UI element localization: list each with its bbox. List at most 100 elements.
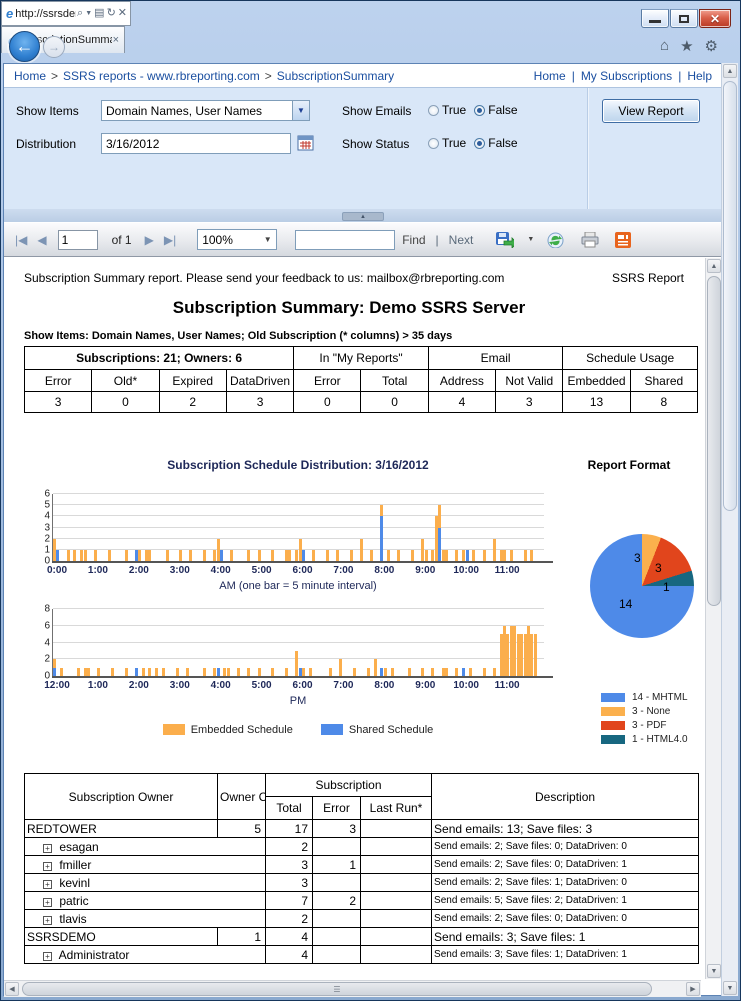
- embedded-schedule-bar: [288, 549, 292, 561]
- expand-toggle-icon[interactable]: +: [43, 879, 52, 889]
- address-bar[interactable]: e http://ssrsdemo ⌕ ▼ ▤ ↻ ✕: [1, 1, 131, 26]
- forward-arrow-icon: →: [48, 40, 60, 54]
- expand-toggle-icon[interactable]: +: [43, 951, 52, 961]
- next-link[interactable]: Next: [449, 233, 474, 247]
- report-toolbar: |◀ ◀ 1 of 1 ▶ ▶| 100% ▼ Find | Next ▼: [4, 222, 722, 257]
- description-cell: Send emails: 2; Save files: 0; DataDrive…: [431, 837, 700, 856]
- page-scroll-down-icon[interactable]: ▼: [723, 981, 737, 995]
- last-run-cell: [359, 873, 433, 892]
- expand-toggle-icon[interactable]: +: [43, 843, 52, 853]
- next-page-icon[interactable]: ▶: [142, 234, 157, 246]
- show-emails-true-radio[interactable]: [428, 105, 439, 116]
- top-link[interactable]: Home: [534, 69, 566, 83]
- report-vertical-scrollbar[interactable]: ▲ ▼: [705, 258, 722, 979]
- x-tick-label: 11:00: [494, 565, 520, 576]
- search-icon[interactable]: ⌕: [77, 8, 83, 19]
- collapse-handle[interactable]: ▲: [342, 212, 384, 221]
- x-tick-label: 9:00: [415, 565, 436, 576]
- y-tick-label: 3: [44, 522, 50, 533]
- owner-name: esagan: [56, 839, 99, 854]
- gridline: [53, 493, 544, 494]
- favorites-star-icon[interactable]: ★: [680, 37, 693, 55]
- owner-cell: + esagan: [24, 837, 266, 856]
- scroll-right-icon[interactable]: ▶: [686, 982, 700, 996]
- calendar-icon[interactable]: [297, 134, 314, 151]
- data-feed-icon[interactable]: [615, 231, 633, 248]
- url-text[interactable]: http://ssrsdemo: [15, 8, 76, 20]
- breadcrumb: Home > SSRS reports - www.rbreporting.com >…: [14, 69, 534, 83]
- y-tick-label: 1: [44, 544, 50, 556]
- x-tick-label: 12:00: [44, 680, 70, 691]
- table-row: SSRSDEMO 1 4 Send emails: 3; Save files: 1: [24, 927, 700, 946]
- report-horizontal-scrollbar[interactable]: ◀ ☰ ▶: [4, 980, 701, 997]
- stop-icon[interactable]: ✕: [118, 8, 127, 19]
- embedded-schedule-bar: [124, 667, 128, 676]
- legend-item: Embedded Schedule: [162, 724, 293, 736]
- scroll-down-icon[interactable]: ▼: [707, 964, 721, 978]
- prev-page-icon[interactable]: ◀: [34, 234, 49, 246]
- breadcrumb-link[interactable]: SSRS reports - www.rbreporting.com: [63, 69, 260, 83]
- top-link[interactable]: Help: [687, 69, 712, 83]
- zoom-select[interactable]: 100% ▼: [197, 229, 278, 250]
- pie-legend-swatch: [601, 706, 625, 716]
- settings-gear-icon[interactable]: ⚙: [705, 37, 718, 55]
- embedded-schedule-bar: [366, 667, 370, 676]
- owner-name: patric: [56, 893, 89, 908]
- scroll-left-icon[interactable]: ◀: [5, 982, 19, 996]
- tab-close-icon[interactable]: ×: [113, 34, 119, 46]
- expand-toggle-icon[interactable]: +: [43, 861, 52, 871]
- close-button[interactable]: ✕: [699, 9, 731, 28]
- embedded-schedule-bar: [73, 549, 77, 561]
- dropdown-arrow-icon[interactable]: ▼: [292, 101, 309, 120]
- show-status-true-radio[interactable]: [428, 138, 439, 149]
- show-items-dropdown[interactable]: Domain Names, User Names ▼: [101, 100, 310, 121]
- back-button[interactable]: ←: [9, 31, 40, 62]
- maximize-button[interactable]: [670, 9, 698, 28]
- find-link[interactable]: Find: [402, 233, 425, 247]
- y-tick-label: 8: [44, 603, 50, 615]
- owner-count-cell: 5: [217, 819, 266, 838]
- export-save-icon[interactable]: [496, 231, 515, 248]
- page-vertical-scrollbar[interactable]: ▲ ▼: [721, 63, 738, 996]
- page-vscroll-thumb[interactable]: [723, 81, 737, 511]
- expand-toggle-icon[interactable]: +: [43, 897, 52, 907]
- show-emails-false-radio[interactable]: [474, 105, 486, 116]
- embedded-schedule-bar: [445, 549, 449, 561]
- close-icon: ✕: [709, 11, 721, 26]
- embedded-schedule-bar: [468, 667, 472, 676]
- pie-legend-item: 14 - MHTML: [601, 690, 688, 704]
- dropdown-caret-icon[interactable]: ▼: [85, 10, 92, 17]
- breadcrumb-link[interactable]: Home: [14, 69, 46, 83]
- hscroll-thumb[interactable]: ☰: [22, 982, 652, 996]
- minimize-button[interactable]: [641, 9, 669, 28]
- embedded-schedule-bar: [387, 549, 391, 561]
- expand-toggle-icon[interactable]: +: [43, 915, 52, 925]
- forward-button[interactable]: →: [43, 36, 65, 58]
- legend-label: Shared Schedule: [348, 724, 434, 736]
- x-axis-line: [52, 561, 553, 563]
- find-input[interactable]: [295, 229, 396, 250]
- refresh-icon[interactable]: ↻: [107, 8, 116, 19]
- breadcrumb-link[interactable]: SubscriptionSummary: [277, 69, 394, 83]
- page-scroll-up-icon[interactable]: ▲: [723, 64, 737, 78]
- print-icon[interactable]: [581, 231, 599, 248]
- view-report-button[interactable]: View Report: [602, 99, 700, 123]
- distribution-input[interactable]: 3/16/2012: [101, 133, 291, 154]
- page-count-label: of 1: [111, 232, 132, 247]
- show-status-false-radio[interactable]: [474, 138, 486, 149]
- last-run-cell: [359, 819, 433, 838]
- home-icon[interactable]: ⌂: [660, 37, 669, 55]
- top-link[interactable]: My Subscriptions: [581, 69, 672, 83]
- refresh-report-icon[interactable]: [547, 232, 565, 248]
- total-cell: 2: [265, 909, 313, 928]
- last-page-icon[interactable]: ▶|: [161, 234, 179, 246]
- total-cell: 2: [265, 837, 313, 856]
- scroll-up-icon[interactable]: ▲: [707, 259, 721, 273]
- page-number-input[interactable]: 1: [57, 229, 98, 250]
- summary-value-cell: 2: [158, 391, 227, 413]
- first-page-icon[interactable]: |◀: [12, 234, 30, 246]
- embedded-schedule-bar: [257, 667, 261, 676]
- report-vscroll-thumb[interactable]: [707, 276, 721, 606]
- export-caret-icon[interactable]: ▼: [524, 236, 537, 243]
- compatibility-icon[interactable]: ▤: [94, 8, 104, 19]
